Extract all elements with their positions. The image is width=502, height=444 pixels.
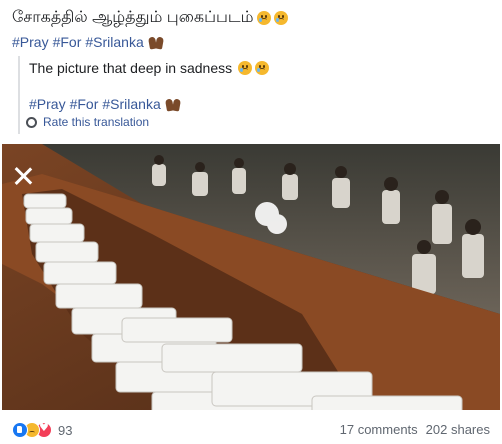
hashtag-pray[interactable]: #Pray [12, 34, 49, 50]
translation-hashtag-pray[interactable]: #Pray [29, 96, 66, 112]
reaction-count: 93 [58, 422, 73, 438]
post-photo-image [2, 144, 500, 410]
comments-link[interactable]: 17 comments [340, 422, 418, 437]
translation-hashtag-for[interactable]: #For [70, 96, 99, 112]
close-icon[interactable] [12, 165, 34, 187]
translation-text: The picture that deep in sadness [29, 60, 270, 76]
praying-hands-icon [147, 35, 164, 50]
sad-face-icon [273, 11, 288, 25]
reactions-summary[interactable]: 93 [12, 421, 73, 438]
like-icon [12, 422, 28, 438]
post-hashtags: #Pray #For #Srilanka [12, 34, 164, 50]
sad-face-icon [255, 61, 270, 75]
gear-icon [26, 116, 37, 128]
praying-hands-icon [164, 97, 181, 112]
shares-link[interactable]: 202 shares [426, 422, 490, 437]
post-footer: 93 17 comments 202 shares [0, 414, 502, 444]
hashtag-for[interactable]: #For [53, 34, 82, 50]
facebook-post: சோகத்தில் ஆழ்த்தும் புகைப்படம் #Pray #Fo… [0, 0, 502, 444]
rate-translation-link[interactable]: Rate this translation [26, 115, 149, 129]
post-title: சோகத்தில் ஆழ்த்தும் புகைப்படம் [12, 8, 288, 28]
sad-face-icon [238, 61, 253, 75]
post-stats: 17 comments 202 shares [340, 422, 490, 437]
sad-face-icon [256, 11, 271, 25]
translation-hashtags: #Pray #For #Srilanka [29, 96, 181, 112]
hashtag-srilanka[interactable]: #Srilanka [85, 34, 143, 50]
rate-translation-label: Rate this translation [43, 115, 150, 129]
post-photo[interactable] [2, 144, 500, 410]
translation-hashtag-srilanka[interactable]: #Srilanka [102, 96, 160, 112]
translation-text-label: The picture that deep in sadness [29, 60, 233, 76]
post-title-text: சோகத்தில் ஆழ்த்தும் புகைப்படம் [12, 9, 254, 26]
